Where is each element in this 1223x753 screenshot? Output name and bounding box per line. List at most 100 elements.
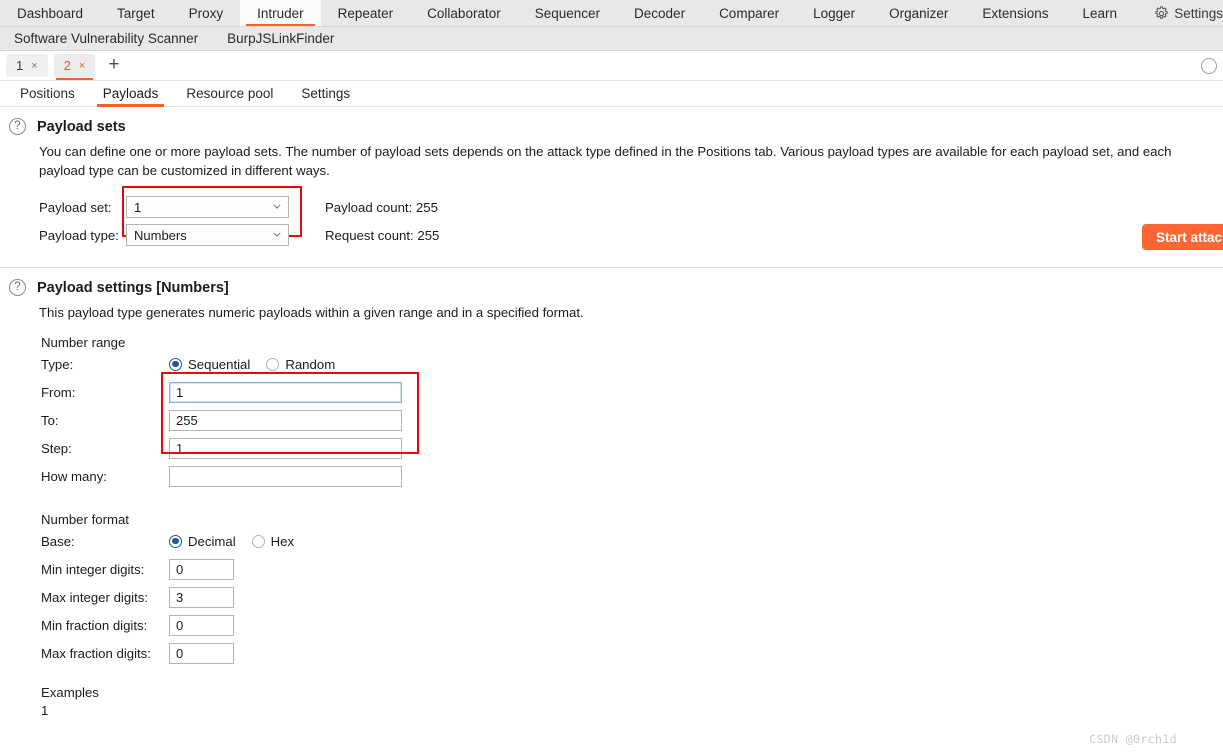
main-tab-organizer[interactable]: Organizer	[872, 0, 965, 26]
close-icon[interactable]: ×	[31, 60, 37, 72]
tab-settings[interactable]: Settings	[287, 81, 364, 107]
radio-decimal[interactable]: Decimal	[169, 534, 236, 549]
main-tab-label: Target	[117, 5, 155, 21]
main-tab-decoder[interactable]: Decoder	[617, 0, 702, 26]
min-fraction-digits-row: Min fraction digits:	[0, 611, 1223, 639]
min-integer-digits-input[interactable]	[169, 558, 234, 580]
max-fraction-digits-row: Max fraction digits:	[0, 639, 1223, 667]
from-label: From:	[41, 384, 76, 400]
min-fraction-digits-input[interactable]	[169, 614, 234, 636]
payload-sets-description: You can define one or more payload sets.…	[39, 144, 1172, 178]
radio-sequential[interactable]: Sequential	[169, 357, 250, 372]
payload-sets-title: Payload sets	[37, 118, 126, 135]
main-tab-label: Collaborator	[427, 5, 501, 21]
number-format-heading: Number format	[41, 512, 129, 527]
attack-tab-label: 1	[16, 58, 24, 73]
settings-button[interactable]: Settings	[1146, 6, 1223, 21]
tab-payloads[interactable]: Payloads	[89, 81, 173, 107]
extension-tab-software-vulnerability-scanner[interactable]: Software Vulnerability Scanner	[0, 31, 213, 46]
main-tab-intruder[interactable]: Intruder	[240, 0, 321, 26]
main-tab-target[interactable]: Target	[100, 0, 172, 26]
request-count-label: Request count: 255	[325, 227, 440, 243]
radio-hex[interactable]: Hex	[251, 533, 295, 549]
radio-label: Decimal	[188, 533, 236, 549]
attack-tab-1[interactable]: 1 ×	[6, 54, 48, 77]
tab-positions[interactable]: Positions	[6, 81, 89, 107]
radio-label: Random	[285, 356, 336, 372]
settings-label: Settings	[1174, 5, 1223, 21]
chevron-down-icon	[273, 204, 281, 209]
examples-first-value: 1	[41, 703, 49, 718]
from-input[interactable]	[169, 381, 402, 403]
attack-tab-2[interactable]: 2 ×	[53, 54, 96, 80]
radio-label: Hex	[270, 533, 295, 549]
payload-type-dropdown[interactable]: Numbers	[126, 224, 289, 246]
main-tab-comparer[interactable]: Comparer	[702, 0, 796, 26]
attack-tab-label: 2	[63, 58, 71, 73]
payload-type-label: Payload type:	[39, 227, 119, 243]
main-tab-label: Intruder	[257, 5, 304, 21]
main-tab-logger[interactable]: Logger	[796, 0, 872, 26]
examples-heading: Examples	[41, 685, 99, 700]
chevron-down-icon	[273, 232, 281, 237]
main-tab-extensions[interactable]: Extensions	[965, 0, 1065, 26]
max-fraction-digits-input[interactable]	[169, 642, 234, 664]
max-integer-digits-input[interactable]	[169, 586, 234, 608]
main-tab-label: Proxy	[188, 5, 224, 21]
tab-label: Settings	[301, 86, 351, 101]
type-row: Type: Sequential Random	[0, 350, 1223, 378]
radio-label: Sequential	[188, 356, 251, 372]
question-mark-icon[interactable]: ?	[9, 118, 26, 135]
max-integer-digits-row: Max integer digits:	[0, 583, 1223, 611]
payload-set-row: Payload set: 1 Payload count: 255	[0, 193, 1223, 221]
main-tab-label: Repeater	[337, 5, 394, 21]
payloads-panel: Start attack ? Payload sets You can defi…	[0, 107, 1223, 753]
step-row: Step:	[0, 434, 1223, 462]
payload-settings-header: ? Payload settings [Numbers]	[0, 268, 1223, 296]
to-label: To:	[41, 412, 59, 428]
payload-settings-description: This payload type generates numeric payl…	[39, 305, 584, 320]
main-tab-learn[interactable]: Learn	[1065, 0, 1134, 26]
main-tab-collaborator[interactable]: Collaborator	[410, 0, 518, 26]
payload-set-value: 1	[134, 199, 142, 215]
radio-random[interactable]: Random	[266, 357, 335, 372]
main-tab-label: Dashboard	[17, 5, 84, 21]
extension-tab-label: BurpJSLinkFinder	[227, 31, 335, 46]
watermark: CSDN @0rch1d	[1089, 732, 1177, 746]
payload-settings-section: ? Payload settings [Numbers] This payloa…	[0, 268, 1223, 718]
close-icon[interactable]: ×	[79, 60, 85, 72]
payload-type-row: Payload type: Numbers Request count: 255	[0, 221, 1223, 249]
radio-dot-icon	[169, 357, 182, 371]
base-radio-group: Decimal Hex	[169, 534, 294, 549]
main-tab-sequencer[interactable]: Sequencer	[518, 0, 617, 26]
payload-type-value: Numbers	[134, 227, 187, 243]
main-tab-label: Sequencer	[534, 5, 601, 21]
main-tab-bar-right: Settings	[1146, 0, 1223, 26]
main-tab-label: Decoder	[634, 5, 686, 21]
radio-dot-icon	[266, 357, 280, 371]
to-row: To:	[0, 406, 1223, 434]
attack-tab-bar-right	[1187, 51, 1217, 81]
type-label: Type:	[41, 356, 74, 372]
min-fraction-digits-label: Min fraction digits:	[41, 617, 148, 633]
from-row: From:	[0, 378, 1223, 406]
main-tab-repeater[interactable]: Repeater	[321, 0, 411, 26]
to-input[interactable]	[169, 409, 402, 431]
main-tab-label: Extensions	[982, 5, 1049, 21]
extension-tab-burpjslinkfinder[interactable]: BurpJSLinkFinder	[213, 31, 349, 46]
question-mark-icon[interactable]: ?	[9, 279, 26, 296]
payload-set-dropdown[interactable]: 1	[126, 196, 289, 218]
extension-tab-label: Software Vulnerability Scanner	[14, 31, 199, 46]
main-tab-dashboard[interactable]: Dashboard	[0, 0, 100, 26]
radio-dot-icon	[169, 534, 182, 548]
tab-resource-pool[interactable]: Resource pool	[172, 81, 287, 107]
step-input[interactable]	[169, 437, 402, 459]
radio-dot-icon	[251, 534, 265, 548]
how-many-input[interactable]	[169, 465, 402, 487]
payload-sets-header: ? Payload sets	[0, 107, 1223, 135]
main-tab-proxy[interactable]: Proxy	[172, 0, 241, 26]
new-attack-tab-button[interactable]: +	[101, 55, 126, 77]
main-tab-label: Learn	[1082, 5, 1117, 21]
min-integer-digits-label: Min integer digits:	[41, 561, 145, 577]
circle-icon[interactable]	[1201, 57, 1217, 74]
